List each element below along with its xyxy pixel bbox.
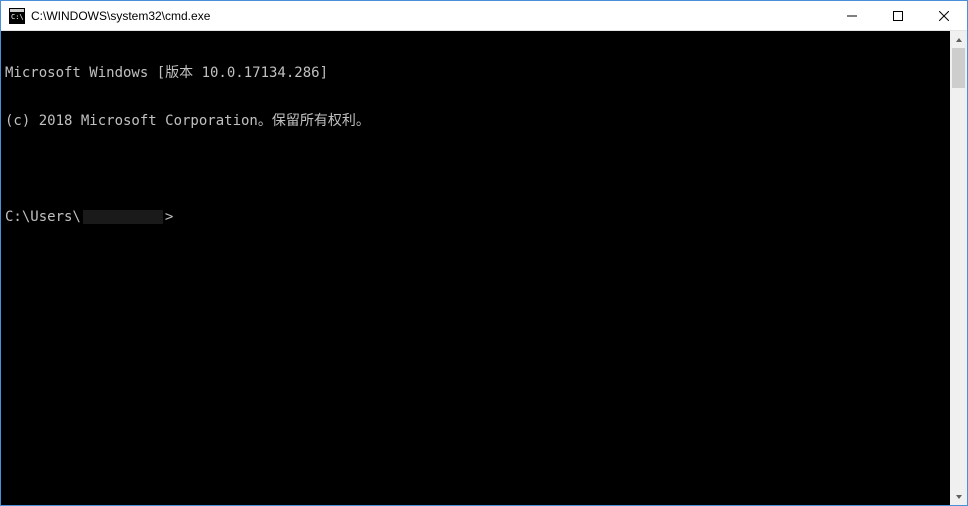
vertical-scrollbar[interactable]	[950, 31, 967, 505]
svg-text:C:\: C:\	[11, 13, 24, 21]
scrollbar-track[interactable]	[950, 48, 967, 488]
prompt-prefix: C:\Users\	[5, 209, 81, 225]
console-content[interactable]: Microsoft Windows [版本 10.0.17134.286] (c…	[1, 31, 950, 505]
redacted-username	[83, 210, 163, 224]
window-title: C:\WINDOWS\system32\cmd.exe	[31, 9, 829, 23]
console-prompt: C:\Users\ >	[5, 209, 946, 225]
cmd-icon: C:\	[9, 8, 25, 24]
console-area: Microsoft Windows [版本 10.0.17134.286] (c…	[1, 31, 967, 505]
console-line-version: Microsoft Windows [版本 10.0.17134.286]	[5, 65, 946, 81]
prompt-suffix: >	[165, 209, 173, 225]
console-blank-line	[5, 161, 946, 177]
scrollbar-up-button[interactable]	[950, 31, 967, 48]
scrollbar-down-button[interactable]	[950, 488, 967, 505]
titlebar[interactable]: C:\ C:\WINDOWS\system32\cmd.exe	[1, 1, 967, 31]
close-button[interactable]	[921, 1, 967, 30]
minimize-button[interactable]	[829, 1, 875, 30]
cmd-window: C:\ C:\WINDOWS\system32\cmd.exe	[0, 0, 968, 506]
window-controls	[829, 1, 967, 30]
console-line-copyright: (c) 2018 Microsoft Corporation。保留所有权利。	[5, 113, 946, 129]
maximize-button[interactable]	[875, 1, 921, 30]
scrollbar-thumb[interactable]	[952, 48, 965, 88]
